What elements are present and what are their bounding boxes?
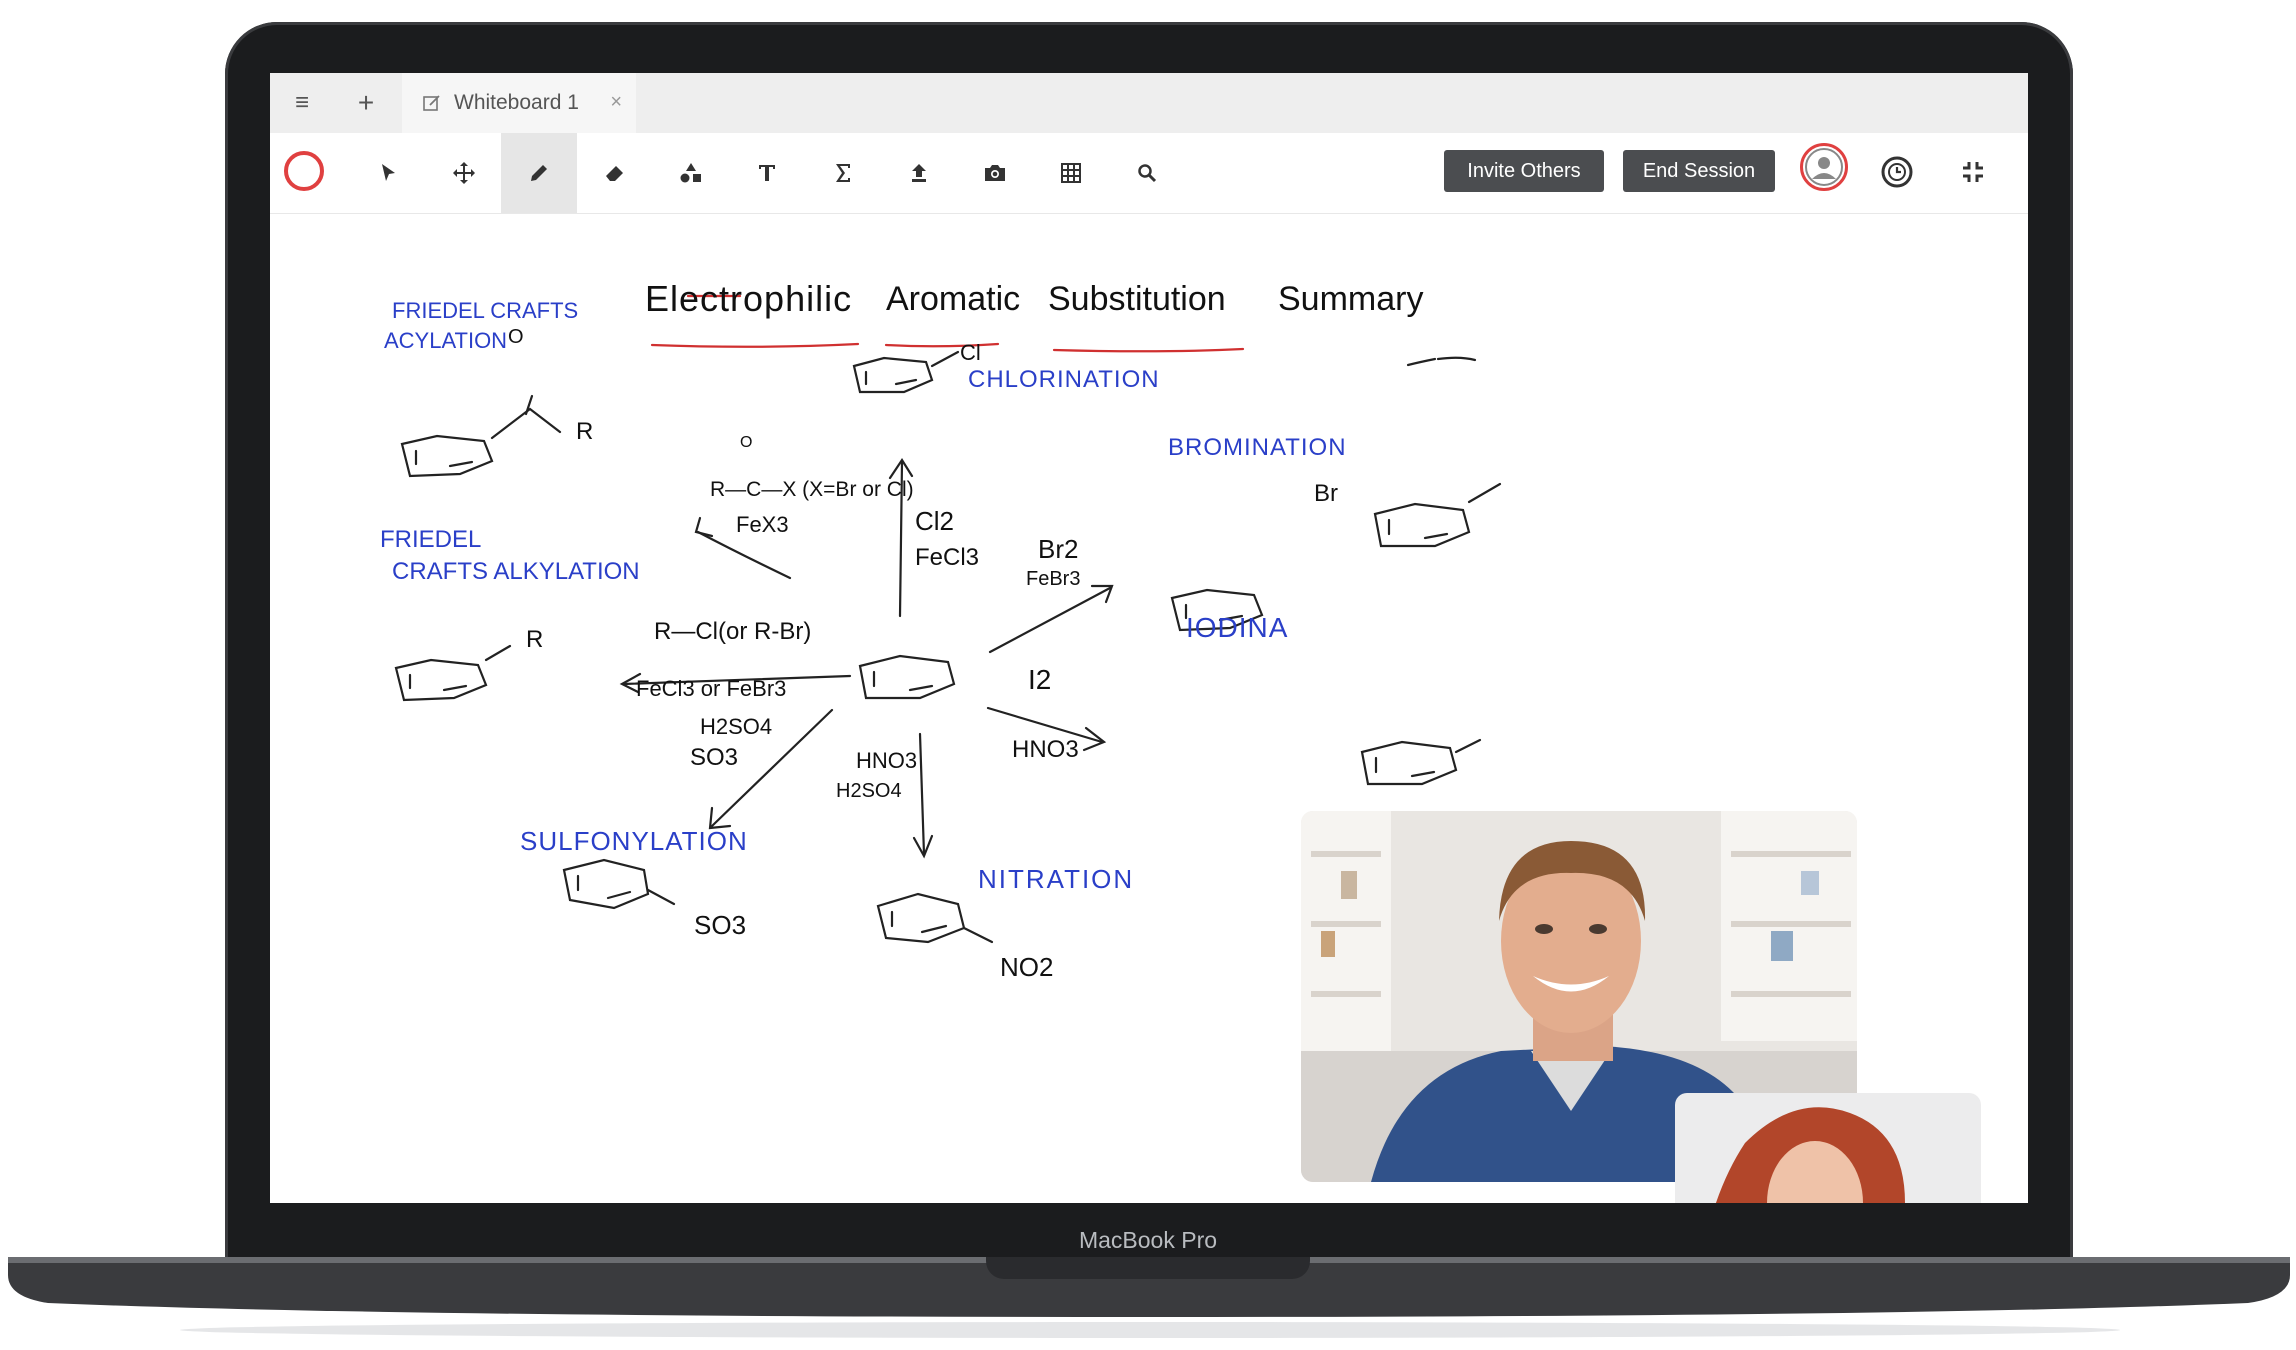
reagent: SO3 [690,744,739,771]
label-iodination: IODINA [1186,612,1289,643]
pencil-icon [531,165,547,181]
reagent: HNO3 [856,748,918,773]
substituent: R [576,418,594,445]
title-word: Electrophilic [645,278,853,319]
formula-tool[interactable] [805,133,881,213]
camera-icon [985,165,1005,181]
move-icon [453,162,475,184]
clock-icon [1881,156,1913,188]
label-chlorination: CHLORINATION [968,366,1160,393]
substituent: R [526,626,544,653]
reagent: FeX3 [736,512,789,537]
laptop-notch [986,1257,1310,1279]
label-friedel-acylation: FRIEDEL CRAFTS [392,298,579,323]
reagent: Br2 [1038,534,1079,564]
substituent: NO2 [1000,952,1054,982]
benzene-ring [852,356,934,394]
laptop-shadow [180,1322,2120,1338]
reagent: Cl2 [915,506,955,536]
benzene-ring [1360,740,1458,786]
label-acylation: ACYLATION [384,328,508,353]
title-word: Summary [1278,280,1424,318]
reagent: HNO3 [1012,736,1079,763]
pen-tool[interactable] [501,133,577,213]
sigma-icon [836,164,850,182]
user-icon [1805,148,1843,186]
benzene-ring [1373,502,1471,548]
reagent: R—C—X (X=Br or Cl) [710,478,914,501]
participant-video-woman [1675,1093,1981,1203]
upload-icon [912,164,926,182]
timer-button[interactable] [1880,155,1914,194]
reagent: FeBr3 [1026,568,1081,590]
text-tool[interactable] [729,133,805,213]
benzene-ring [876,892,966,944]
device-label: MacBook Pro [1078,1227,1218,1253]
benzene-ring [858,654,956,700]
select-tool[interactable] [350,133,426,213]
tab-label: Whiteboard 1 [454,91,579,114]
reagent: I2 [1028,664,1052,695]
substituent: SO3 [694,910,747,940]
end-session-button[interactable]: End Session [1623,150,1775,192]
menu-icon[interactable]: ≡ [270,73,334,133]
reagent: R—Cl(or R-Br) [654,618,812,645]
eraser-icon [606,166,623,181]
benzene-ring [394,658,488,702]
whiteboard-canvas[interactable]: Electrophilic Aromatic Substitution Summ… [270,214,2028,1203]
benzene-ring [400,434,494,478]
search-icon [1138,164,1157,183]
cursor-icon [382,164,395,181]
eraser-tool[interactable] [577,133,653,213]
record-button[interactable] [284,151,324,191]
label-sulfonylation: SULFONYLATION [520,826,748,856]
label-friedel: FRIEDEL [380,526,482,553]
benzene-ring [562,858,650,910]
shapes-icon [680,163,701,183]
reagent: H2SO4 [700,714,773,739]
grid-tool[interactable] [1033,133,1109,213]
user-avatar[interactable] [1800,143,1848,191]
substituent: Cl [960,340,981,365]
text-icon [759,165,775,181]
collapse-button[interactable] [1960,159,1986,190]
label-bromination: BROMINATION [1168,434,1347,461]
reagent: H2SO4 [836,780,902,802]
add-tab-button[interactable]: + [334,73,398,133]
reagent: O [740,434,753,451]
shapes-tool[interactable] [653,133,729,213]
invite-others-button[interactable]: Invite Others [1444,150,1604,192]
label-alkylation: CRAFTS ALKYLATION [392,558,640,585]
collapse-icon [1963,162,1983,182]
tab-bar: ≡ + Whiteboard 1 × [270,73,2028,133]
edit-icon [423,95,440,111]
substituent: Br [1314,480,1338,507]
reagent: FeCl3 [915,544,980,571]
camera-tool[interactable] [957,133,1033,213]
search-tool[interactable] [1109,133,1185,213]
close-tab-icon[interactable]: × [610,91,622,114]
substituent: O [508,326,524,348]
move-tool[interactable] [426,133,502,213]
title-word: Aromatic [886,280,1021,318]
tab-whiteboard-1[interactable]: Whiteboard 1 × [402,73,636,133]
label-nitration: NITRATION [978,864,1135,894]
reagent: FeCl3 or FeBr3 [636,676,787,701]
upload-tool[interactable] [881,133,957,213]
app-screen: ≡ + Whiteboard 1 × Invite Others End Ses… [270,73,2028,1203]
video-tile-self[interactable] [1675,1093,1981,1203]
title-word: Substitution [1048,280,1226,318]
grid-icon [1061,163,1081,183]
